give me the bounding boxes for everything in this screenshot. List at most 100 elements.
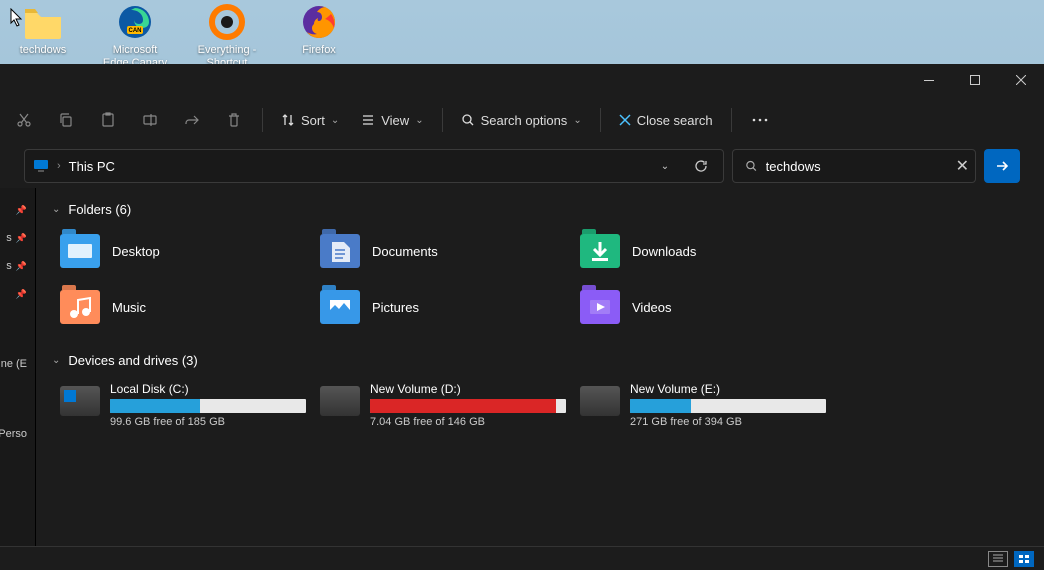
maximize-button[interactable]: [952, 64, 998, 96]
drive-new-volume-e-[interactable]: New Volume (E:) 271 GB free of 394 GB: [578, 380, 828, 430]
delete-button[interactable]: [214, 102, 254, 138]
drive-icon: [60, 386, 100, 416]
drive-icon: [580, 386, 620, 416]
folder-icon: .folder-ico[style*='#8b5cf6']::before{ba…: [580, 290, 620, 324]
drive-usage-bar: [370, 399, 566, 413]
nav-item[interactable]: Perso: [0, 420, 35, 448]
desktop-icon-label: Firefox: [302, 44, 336, 57]
folder-label: Documents: [372, 244, 438, 259]
more-button[interactable]: [740, 102, 780, 138]
desktop-icon-everything---shortcut[interactable]: Everything - Shortcut: [192, 2, 262, 70]
drives-group-title: Devices and drives (3): [68, 353, 197, 368]
drives-group-header[interactable]: ⌄ Devices and drives (3): [48, 347, 1032, 374]
refresh-button[interactable]: [687, 152, 715, 180]
share-button[interactable]: [172, 102, 212, 138]
minimize-button[interactable]: [906, 64, 952, 96]
folder-documents[interactable]: .folder-ico[style*='#4a7bc8']::before{ba…: [318, 229, 568, 273]
cut-button[interactable]: [4, 102, 44, 138]
drive-free-text: 99.6 GB free of 185 GB: [110, 416, 306, 428]
firefox-icon: [299, 2, 339, 42]
nav-item[interactable]: 📌: [0, 196, 35, 224]
folder-label: Desktop: [112, 244, 160, 259]
nav-item[interactable]: 📌: [0, 280, 35, 308]
everything-icon: [207, 2, 247, 42]
search-icon: [745, 159, 758, 173]
folder-label: Pictures: [372, 300, 419, 315]
folder-label: Videos: [632, 300, 672, 315]
drive-new-volume-d-[interactable]: New Volume (D:) 7.04 GB free of 146 GB: [318, 380, 568, 430]
sort-label: Sort: [301, 113, 325, 128]
chevron-down-icon: ⌄: [52, 204, 60, 215]
close-button[interactable]: [998, 64, 1044, 96]
clear-search-button[interactable]: ✕: [950, 156, 975, 176]
pin-icon: 📌: [16, 289, 27, 300]
this-pc-icon: [33, 158, 49, 174]
chevron-down-icon: ⌄: [52, 355, 60, 366]
address-row: › This PC ⌄ ✕: [0, 144, 1044, 188]
folders-group-title: Folders (6): [68, 202, 131, 217]
address-bar[interactable]: › This PC ⌄: [24, 149, 724, 183]
folder-icon: .folder-ico[style*='#ff8c5a']::before{ba…: [60, 290, 100, 324]
search-options-label: Search options: [481, 113, 568, 128]
tiles-view-button[interactable]: [1014, 551, 1034, 567]
paste-button[interactable]: [88, 102, 128, 138]
pin-icon: 📌: [16, 233, 27, 244]
search-input[interactable]: [766, 159, 942, 174]
desktop-icon-techdows[interactable]: techdows: [8, 2, 78, 70]
folder-videos[interactable]: .folder-ico[style*='#8b5cf6']::before{ba…: [578, 285, 828, 329]
search-go-button[interactable]: [984, 149, 1020, 183]
folder-icon: .folder-ico[style*='#4a7bc8']::before{ba…: [320, 234, 360, 268]
folder-desktop[interactable]: .folder-ico[style*='#39a0ed']::before{ba…: [58, 229, 308, 273]
drive-icon: [320, 386, 360, 416]
file-explorer-window: Sort⌄ View⌄ Search options⌄ Close search…: [0, 64, 1044, 570]
copy-button[interactable]: [46, 102, 86, 138]
view-label: View: [381, 113, 409, 128]
drive-usage-bar: [110, 399, 306, 413]
nav-item[interactable]: ne (E: [0, 350, 35, 378]
close-search-label: Close search: [637, 113, 713, 128]
search-bar[interactable]: ✕: [732, 149, 976, 183]
drive-label: New Volume (E:): [630, 382, 826, 396]
address-dropdown-button[interactable]: ⌄: [651, 152, 679, 180]
folder-icon: [23, 2, 63, 42]
folder-pictures[interactable]: .folder-ico[style*='#3798e8']::before{ba…: [318, 285, 568, 329]
statusbar: [0, 546, 1044, 570]
folder-icon: .folder-ico[style*='#39a0ed']::before{ba…: [60, 234, 100, 268]
close-search-button[interactable]: Close search: [609, 102, 723, 138]
folder-label: Downloads: [632, 244, 696, 259]
drive-local-disk-c-[interactable]: Local Disk (C:) 99.6 GB free of 185 GB: [58, 380, 308, 430]
pin-icon: 📌: [16, 205, 27, 216]
edge-icon: CAN: [115, 2, 155, 42]
search-options-dropdown[interactable]: Search options⌄: [451, 102, 592, 138]
pin-icon: 📌: [16, 261, 27, 272]
nav-item[interactable]: s📌: [0, 224, 35, 252]
view-dropdown[interactable]: View⌄: [351, 102, 433, 138]
rename-button[interactable]: [130, 102, 170, 138]
folders-group-header[interactable]: ⌄ Folders (6): [48, 196, 1032, 223]
nav-item[interactable]: [0, 322, 35, 350]
breadcrumb-separator: ›: [57, 160, 61, 172]
sort-dropdown[interactable]: Sort⌄: [271, 102, 349, 138]
drive-free-text: 271 GB free of 394 GB: [630, 416, 826, 428]
folder-music[interactable]: .folder-ico[style*='#ff8c5a']::before{ba…: [58, 285, 308, 329]
folder-icon: .folder-ico[style*='#1fb87f']::before{ba…: [580, 234, 620, 268]
desktop-icon-label: techdows: [20, 44, 66, 57]
drive-usage-bar: [630, 399, 826, 413]
breadcrumb[interactable]: This PC: [69, 159, 115, 174]
drive-label: Local Disk (C:): [110, 382, 306, 396]
content-area: ⌄ Folders (6) .folder-ico[style*='#39a0e…: [36, 188, 1044, 546]
titlebar: [0, 64, 1044, 96]
details-view-button[interactable]: [988, 551, 1008, 567]
drive-free-text: 7.04 GB free of 146 GB: [370, 416, 566, 428]
nav-item[interactable]: [0, 392, 35, 420]
desktop-icon-firefox[interactable]: Firefox: [284, 2, 354, 70]
nav-item[interactable]: s📌: [0, 252, 35, 280]
toolbar: Sort⌄ View⌄ Search options⌄ Close search: [0, 96, 1044, 144]
folder-downloads[interactable]: .folder-ico[style*='#1fb87f']::before{ba…: [578, 229, 828, 273]
desktop-icon-microsoft-edge-canary[interactable]: CANMicrosoft Edge Canary: [100, 2, 170, 70]
drive-label: New Volume (D:): [370, 382, 566, 396]
svg-text:CAN: CAN: [129, 28, 142, 34]
folder-label: Music: [112, 300, 146, 315]
folder-icon: .folder-ico[style*='#3798e8']::before{ba…: [320, 290, 360, 324]
navigation-pane: 📌s📌s📌📌ne (EPerso: [0, 188, 36, 546]
